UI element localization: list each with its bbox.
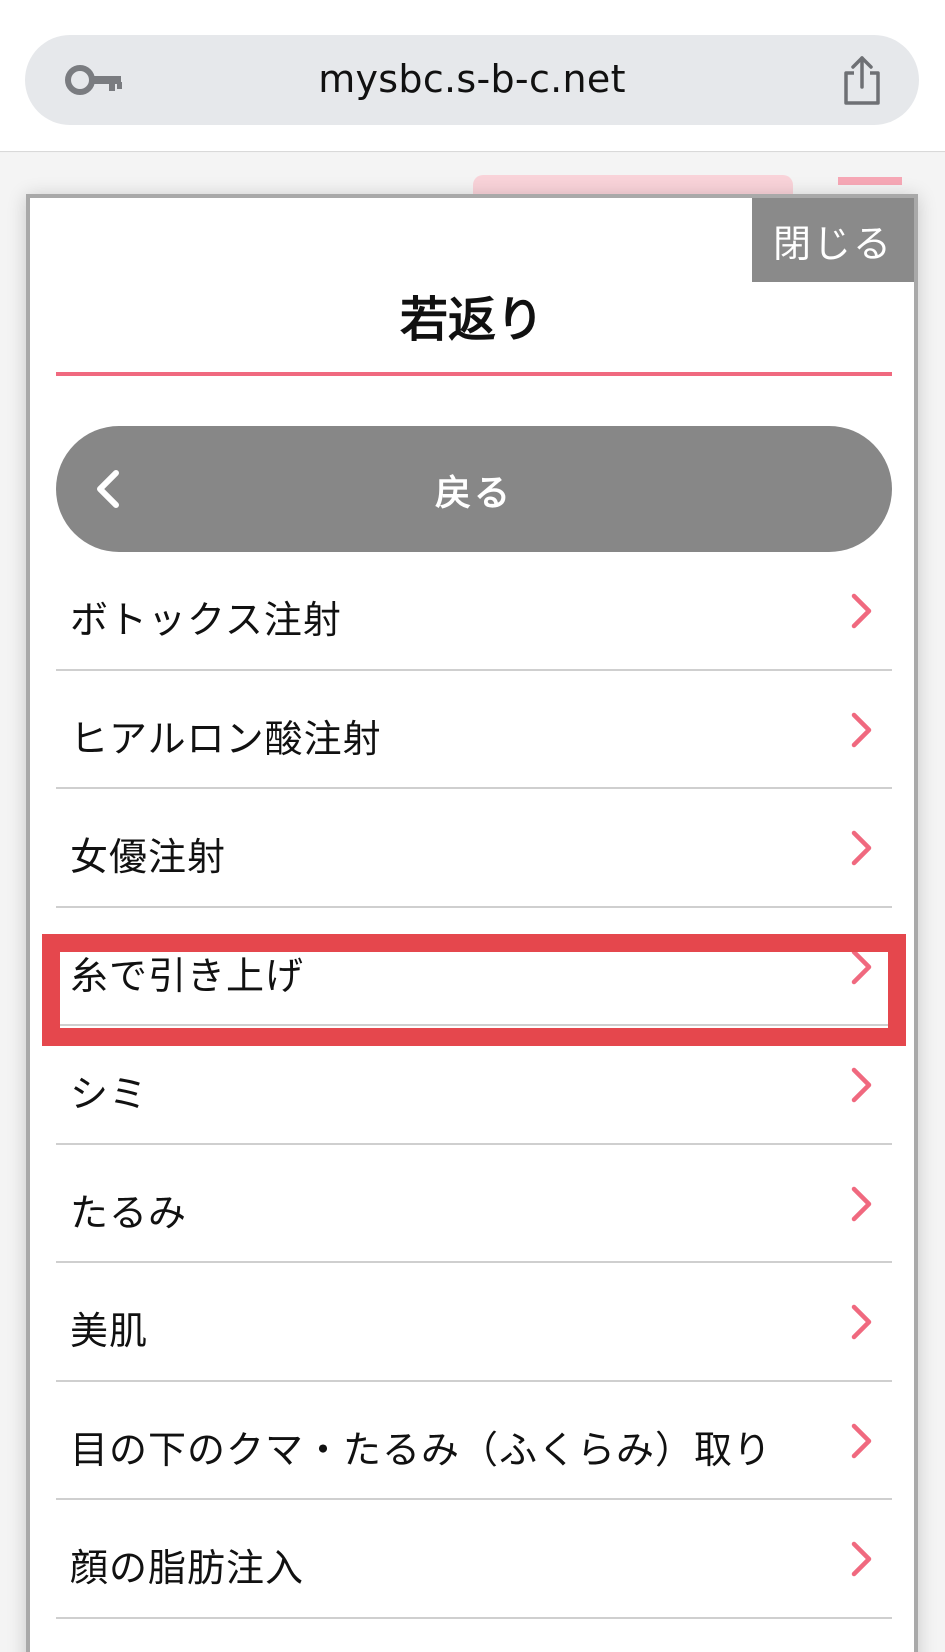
chevron-right-icon: [851, 1067, 872, 1103]
menu-item-under-eye[interactable]: 目の下のクマ・たるみ（ふくらみ）取り: [56, 1382, 892, 1500]
menu-item-facial-fat-injection[interactable]: 顔の脂肪注入: [56, 1500, 892, 1619]
modal-title: 若返り: [399, 292, 544, 348]
menu-item-sagging[interactable]: たるみ: [56, 1145, 892, 1263]
menu-item-hyaluronic[interactable]: ヒアルロン酸注射: [56, 671, 892, 789]
menu-item-label: 女優注射: [70, 835, 227, 879]
url-text[interactable]: mysbc.s-b-c.net: [25, 57, 919, 101]
title-divider: [56, 372, 892, 376]
chevron-right-icon: [851, 949, 872, 984]
chevron-right-icon: [851, 1304, 872, 1340]
address-bar[interactable]: mysbc.s-b-c.net: [25, 35, 919, 125]
menu-item-label: ボトックス注射: [70, 598, 342, 642]
menu-item-label: シミ: [70, 1072, 149, 1116]
category-modal: 閉じる 若返り 戻る ボトックス注射 ヒアルロン酸注射 女優注射 糸で引き上げ …: [26, 194, 918, 1652]
menu-item-label: 顔の脂肪注入: [70, 1546, 305, 1590]
browser-toolbar: mysbc.s-b-c.net: [0, 0, 945, 152]
share-icon[interactable]: [841, 55, 883, 107]
menu-item-actress-injection[interactable]: 女優注射: [56, 789, 892, 908]
back-button[interactable]: 戻る: [56, 426, 892, 552]
menu-item-label: ヒアルロン酸注射: [70, 716, 382, 761]
menu-item-label: 目の下のクマ・たるみ（ふくらみ）取り: [70, 1427, 773, 1472]
menu-item-label: 美肌: [70, 1309, 149, 1353]
background-menu-bar: [838, 177, 902, 185]
menu-item-botox[interactable]: ボトックス注射: [56, 552, 892, 671]
menu-list: ボトックス注射 ヒアルロン酸注射 女優注射 糸で引き上げ シミ たるみ 美肌 目…: [56, 552, 892, 1619]
back-button-label: 戻る: [434, 473, 513, 514]
chevron-right-icon: [851, 830, 872, 866]
menu-item-spots[interactable]: シミ: [56, 1026, 892, 1145]
chevron-right-icon: [851, 1423, 872, 1458]
chevron-right-icon: [851, 1186, 872, 1221]
close-button[interactable]: 閉じる: [752, 198, 914, 282]
menu-item-beautiful-skin[interactable]: 美肌: [56, 1263, 892, 1382]
menu-item-label: たるみ: [70, 1190, 188, 1235]
chevron-right-icon: [851, 593, 872, 629]
menu-item-thread-lift[interactable]: 糸で引き上げ: [56, 908, 892, 1026]
chevron-right-icon: [851, 712, 872, 747]
menu-item-label: 糸で引き上げ: [70, 953, 305, 998]
chevron-right-icon: [851, 1541, 872, 1577]
